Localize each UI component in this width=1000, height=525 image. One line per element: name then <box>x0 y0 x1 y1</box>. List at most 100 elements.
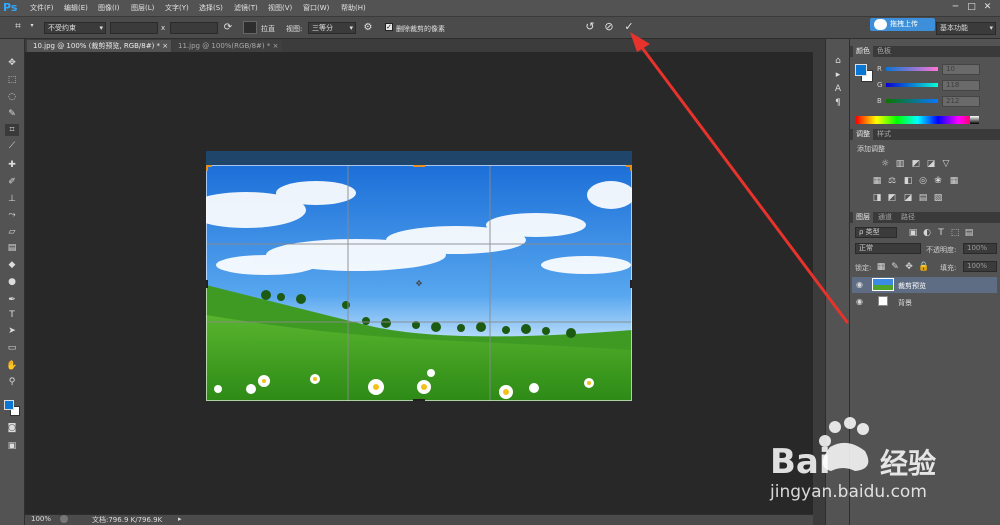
tab-color[interactable]: 颜色 <box>853 46 873 57</box>
eyedropper-tool-icon[interactable]: ⟋ <box>5 140 19 152</box>
history-panel-icon[interactable]: ⌂ <box>831 55 845 67</box>
channel-b-slider[interactable] <box>886 99 938 103</box>
tab-paths[interactable]: 路径 <box>898 212 918 223</box>
move-tool-icon[interactable]: ✥ <box>5 57 19 69</box>
pen-tool-icon[interactable]: ✒ <box>5 294 19 306</box>
lasso-tool-icon[interactable]: ◌ <box>5 91 19 103</box>
straighten-label[interactable]: 拉直 <box>261 24 275 34</box>
filter-smart-icon[interactable]: ▤ <box>964 228 974 238</box>
gradient-map-icon[interactable]: ▤ <box>918 193 928 203</box>
width-field[interactable] <box>110 22 158 34</box>
close-icon[interactable]: × <box>162 42 168 50</box>
filter-shape-icon[interactable]: ⬚ <box>950 228 960 238</box>
grayscale-ramp[interactable] <box>970 116 979 124</box>
rectangle-tool-icon[interactable]: ▭ <box>5 342 19 354</box>
tab-styles[interactable]: 样式 <box>874 129 894 140</box>
screen-mode-icon[interactable]: ▣ <box>5 440 19 452</box>
tab-channels[interactable]: 通道 <box>875 212 895 223</box>
minimize-button[interactable]: ─ <box>950 2 961 13</box>
type-tool-icon[interactable]: T <box>5 309 19 321</box>
lock-transparency-icon[interactable]: ▦ <box>876 262 886 272</box>
exposure-icon[interactable]: ◪ <box>926 159 936 169</box>
commit-crop-icon[interactable]: ✓ <box>622 20 636 34</box>
channel-r-value[interactable]: 10 <box>942 64 980 75</box>
dodge-tool-icon[interactable]: ● <box>5 276 19 288</box>
cancel-crop-icon[interactable]: ⊘ <box>602 20 616 34</box>
status-menu-arrow-icon[interactable]: ▸ <box>178 515 182 523</box>
invert-icon[interactable]: ◨ <box>872 193 882 203</box>
eye-icon[interactable]: ◉ <box>856 297 863 306</box>
character-panel-icon[interactable]: A <box>831 83 845 95</box>
swap-icon[interactable]: ⟳ <box>222 21 234 34</box>
close-icon[interactable]: × <box>273 42 279 50</box>
actions-panel-icon[interactable]: ▸ <box>831 69 845 81</box>
channel-mixer-icon[interactable]: ❀ <box>933 176 943 186</box>
menu-image[interactable]: 图像(I) <box>98 3 120 13</box>
menu-type[interactable]: 文字(Y) <box>165 3 189 13</box>
height-field[interactable] <box>170 22 218 34</box>
layer-row[interactable]: ◉ 裁剪预览 <box>852 277 997 293</box>
menu-view[interactable]: 视图(V) <box>268 3 292 13</box>
layer-filter-select[interactable]: ρ 类型 <box>855 227 897 238</box>
tab-10-jpg[interactable]: 10.jpg @ 100% (裁剪预览, RGB/8#) * × <box>27 40 171 52</box>
path-select-tool-icon[interactable]: ➤ <box>5 325 19 337</box>
hue-saturation-icon[interactable]: ▦ <box>872 176 882 186</box>
lock-all-icon[interactable]: 🔒 <box>918 262 929 272</box>
filter-image-icon[interactable]: ▣ <box>908 228 918 238</box>
layer-row[interactable]: ◉ 背景 <box>852 294 997 310</box>
brush-tool-icon[interactable]: ✐ <box>5 176 19 188</box>
menu-filter[interactable]: 滤镜(T) <box>234 3 258 13</box>
filter-adjust-icon[interactable]: ◐ <box>922 228 932 238</box>
lock-paint-icon[interactable]: ✎ <box>890 262 900 272</box>
foreground-color-swatch[interactable] <box>4 400 14 410</box>
menu-window[interactable]: 窗口(W) <box>303 3 329 13</box>
zoom-level[interactable]: 100% <box>31 515 51 523</box>
posterize-icon[interactable]: ◩ <box>887 193 897 203</box>
close-window-button[interactable]: ✕ <box>982 2 993 13</box>
foreground-color-swatch[interactable] <box>855 64 867 76</box>
eye-icon[interactable]: ◉ <box>856 280 863 289</box>
delete-cropped-checkbox[interactable]: ✓ <box>385 23 393 31</box>
blend-mode-select[interactable]: 正常 <box>855 243 921 254</box>
gear-icon[interactable]: ⚙ <box>362 21 374 34</box>
menu-layer[interactable]: 图层(L) <box>131 3 154 13</box>
tab-11-jpg[interactable]: 11.jpg @ 100%(RGB/8#) * × <box>172 40 282 52</box>
channel-g-slider[interactable] <box>886 83 938 87</box>
channel-g-value[interactable]: 118 <box>942 80 980 91</box>
menu-edit[interactable]: 编辑(E) <box>64 3 88 13</box>
lock-position-icon[interactable]: ✥ <box>904 262 914 272</box>
crop-tool-icon[interactable]: ⌗ <box>12 21 24 33</box>
black-white-icon[interactable]: ◧ <box>903 176 913 186</box>
marquee-tool-icon[interactable]: ⬚ <box>5 74 19 86</box>
paragraph-panel-icon[interactable]: ¶ <box>831 97 845 109</box>
view-select[interactable]: 三等分 ▾ <box>308 22 356 34</box>
chevron-down-icon[interactable]: ▾ <box>28 22 36 29</box>
color-lookup-icon[interactable]: ▦ <box>949 176 959 186</box>
clone-stamp-tool-icon[interactable]: ⊥ <box>5 193 19 205</box>
workspace-select[interactable]: 基本功能 ▾ <box>936 22 996 35</box>
layer-name[interactable]: 背景 <box>898 298 912 308</box>
fill-field[interactable]: 100% <box>963 261 997 272</box>
layer-name[interactable]: 裁剪预览 <box>898 281 926 291</box>
color-spectrum[interactable] <box>856 116 979 124</box>
menu-help[interactable]: 帮助(H) <box>341 3 366 13</box>
ratio-select[interactable]: 不受约束 ▾ <box>44 22 106 34</box>
levels-icon[interactable]: ▥ <box>895 159 905 169</box>
quick-mask-icon[interactable]: ◙ <box>5 422 19 434</box>
opacity-field[interactable]: 100% <box>963 243 997 254</box>
gradient-tool-icon[interactable]: ▤ <box>5 242 19 254</box>
selective-color-icon[interactable]: ▧ <box>933 193 943 203</box>
crop-tool-icon[interactable]: ⌗ <box>5 124 19 136</box>
threshold-icon[interactable]: ◪ <box>903 193 913 203</box>
color-balance-icon[interactable]: ⚖ <box>887 176 897 186</box>
filter-type-icon[interactable]: T <box>936 228 946 238</box>
menu-file[interactable]: 文件(F) <box>30 3 54 13</box>
reset-crop-icon[interactable]: ↺ <box>583 20 597 34</box>
share-icon[interactable] <box>60 515 68 523</box>
photo-filter-icon[interactable]: ◎ <box>918 176 928 186</box>
curves-icon[interactable]: ◩ <box>911 159 921 169</box>
history-brush-tool-icon[interactable]: ⤳ <box>5 209 19 221</box>
zoom-tool-icon[interactable]: ⚲ <box>5 376 19 388</box>
channel-r-slider[interactable] <box>886 67 938 71</box>
vibrance-icon[interactable]: ▽ <box>941 159 951 169</box>
